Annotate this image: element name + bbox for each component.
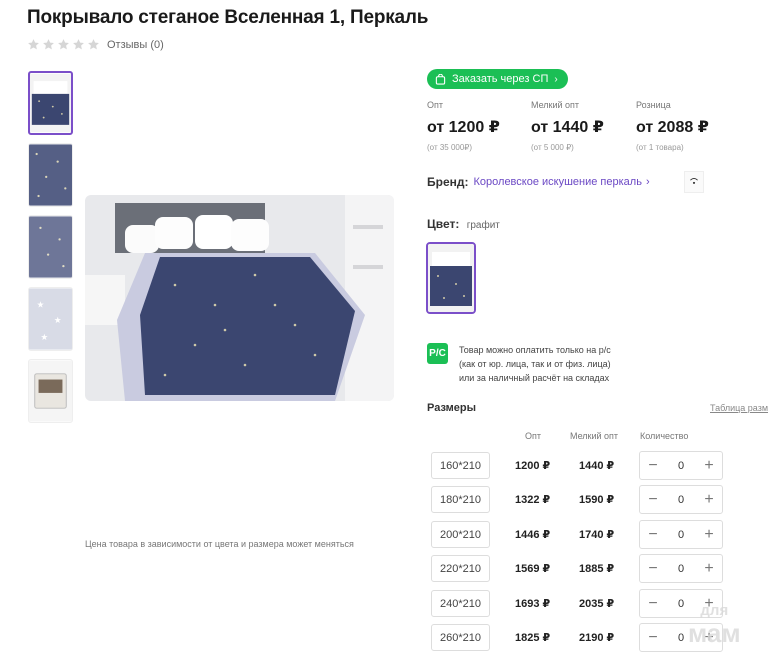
rs-payment-icon: Р/С: [427, 343, 448, 364]
star-icon: [42, 38, 55, 51]
quantity-value[interactable]: 0: [678, 529, 684, 541]
svg-text:★: ★: [37, 300, 45, 310]
price-value: от 2088 ₽: [636, 119, 709, 136]
color-value: графит: [466, 220, 500, 231]
size-table-link[interactable]: Таблица разм: [710, 403, 768, 413]
brand-label: Бренд:: [427, 175, 469, 189]
plus-button[interactable]: +: [702, 560, 716, 576]
price-value: от 1440 ₽: [531, 119, 604, 136]
quantity-value[interactable]: 0: [678, 598, 684, 610]
price-value: от 1200 ₽: [427, 119, 500, 136]
reviews-link[interactable]: Отзывы (0): [107, 39, 164, 51]
order-via-sp-label: Заказать через СП: [452, 73, 549, 85]
thumbnail-list: ★ ★ ★: [28, 71, 73, 431]
column-header-small-wholesale: Мелкий опт: [570, 431, 619, 441]
sizes-title: Размеры: [427, 402, 477, 414]
price-min-order: (от 5 000 ₽): [531, 143, 574, 152]
watermark-line: мам: [688, 618, 741, 648]
price-retail: Розница от 2088 ₽ (от 1 товара): [636, 100, 709, 152]
wholesale-price: 1693 ₽: [515, 598, 551, 610]
column-header-quantity: Количество: [640, 431, 689, 441]
size-label: 160*210: [431, 452, 490, 479]
thumbnail-package[interactable]: [28, 359, 73, 423]
brand-link[interactable]: Королевское искушение перкаль: [474, 176, 642, 188]
small-wholesale-price: 2190 ₽: [579, 632, 615, 644]
small-wholesale-price: 1590 ₽: [579, 494, 615, 506]
quantity-value[interactable]: 0: [678, 494, 684, 506]
color-swatch-graphite[interactable]: [426, 242, 476, 314]
thumbnail-fabric-blue[interactable]: [28, 215, 73, 279]
minus-button[interactable]: −: [646, 457, 660, 473]
payment-note-line: Товар можно оплатить только на р/с: [459, 345, 611, 355]
price-label: Мелкий опт: [531, 100, 580, 110]
star-icon: [87, 38, 100, 51]
price-min-order: (от 35 000₽): [427, 143, 473, 152]
plus-button[interactable]: +: [702, 457, 716, 473]
size-label: 220*210: [431, 555, 490, 582]
chevron-right-icon: ›: [554, 73, 558, 85]
minus-button[interactable]: −: [646, 629, 660, 645]
thumbnail-fabric-light[interactable]: ★ ★ ★: [28, 287, 73, 351]
wholesale-price: 1446 ₽: [515, 529, 551, 541]
thumbnail-bed[interactable]: [28, 71, 73, 135]
price-note: Цена товара в зависимости от цвета и раз…: [85, 539, 354, 549]
wholesale-price: 1569 ₽: [515, 563, 551, 575]
quantity-stepper: − 0 +: [639, 485, 723, 514]
color-label: Цвет:: [427, 217, 460, 231]
rating: Отзывы (0): [27, 38, 164, 51]
order-via-sp-button[interactable]: Заказать через СП ›: [427, 69, 568, 89]
quantity-value[interactable]: 0: [678, 460, 684, 472]
bag-icon: [435, 73, 446, 85]
size-label: 240*210: [431, 590, 490, 617]
star-icon: [57, 38, 70, 51]
quantity-stepper: − 0 +: [639, 554, 723, 583]
small-wholesale-price: 1740 ₽: [579, 529, 615, 541]
color-row: Цвет: графит: [427, 217, 500, 231]
size-label: 200*210: [431, 521, 490, 548]
product-title: Покрывало стеганое Вселенная 1, Перкаль: [27, 7, 429, 28]
brand-logo[interactable]: [684, 171, 704, 193]
quantity-value[interactable]: 0: [678, 563, 684, 575]
payment-note: Товар можно оплатить только на р/с (как …: [459, 343, 611, 385]
price-label: Опт: [427, 100, 443, 110]
wholesale-price: 1825 ₽: [515, 632, 551, 644]
wholesale-price: 1200 ₽: [515, 460, 551, 472]
small-wholesale-price: 1885 ₽: [579, 563, 615, 575]
wholesale-price: 1322 ₽: [515, 494, 551, 506]
plus-button[interactable]: +: [702, 491, 716, 507]
plus-button[interactable]: +: [702, 526, 716, 542]
small-wholesale-price: 1440 ₽: [579, 460, 615, 472]
svg-text:★: ★: [54, 315, 62, 325]
quantity-stepper: − 0 +: [639, 520, 723, 549]
minus-button[interactable]: −: [646, 491, 660, 507]
payment-note-line: (как от юр. лица, так и от физ. лица): [459, 359, 611, 369]
price-min-order: (от 1 товара): [636, 143, 684, 152]
minus-button[interactable]: −: [646, 595, 660, 611]
brand-row: Бренд: Королевское искушение перкаль ›: [427, 175, 650, 189]
watermark-logo: для мам: [688, 600, 741, 646]
quantity-stepper: − 0 +: [639, 451, 723, 480]
chevron-right-icon: ›: [645, 176, 650, 188]
quantity-value[interactable]: 0: [678, 632, 684, 644]
price-wholesale: Опт от 1200 ₽ (от 35 000₽): [427, 100, 500, 152]
star-icon: [72, 38, 85, 51]
product-main-image[interactable]: [85, 195, 394, 401]
thumbnail-fabric-dark[interactable]: [28, 143, 73, 207]
payment-note-line: или за наличный расчёт на складах: [459, 373, 610, 383]
minus-button[interactable]: −: [646, 560, 660, 576]
price-label: Розница: [636, 100, 671, 110]
minus-button[interactable]: −: [646, 526, 660, 542]
size-label: 260*210: [431, 624, 490, 651]
column-header-wholesale: Опт: [525, 431, 541, 441]
price-small-wholesale: Мелкий опт от 1440 ₽ (от 5 000 ₽): [531, 100, 604, 152]
star-icon: [27, 38, 40, 51]
size-label: 180*210: [431, 486, 490, 513]
svg-text:★: ★: [40, 332, 48, 342]
small-wholesale-price: 2035 ₽: [579, 598, 615, 610]
